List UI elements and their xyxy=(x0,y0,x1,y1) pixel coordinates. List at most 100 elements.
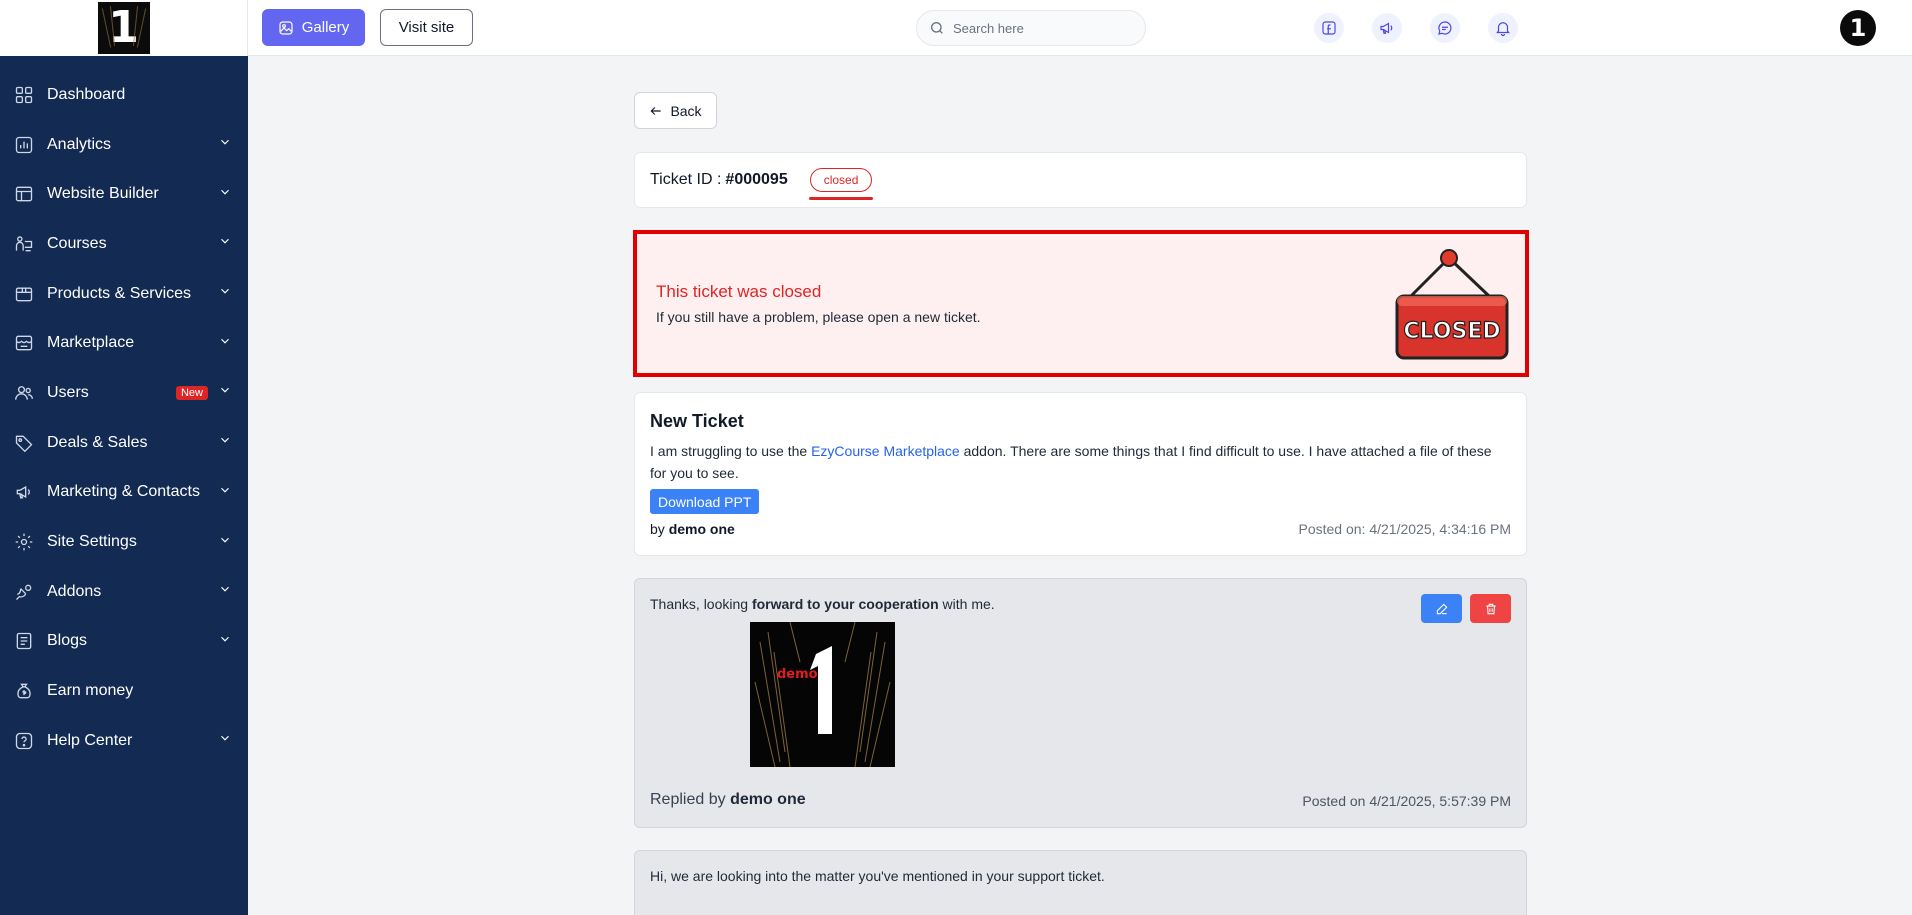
chevron-down-icon[interactable] xyxy=(218,533,232,552)
sidebar-item-deals-sales[interactable]: Deals & Sales xyxy=(0,418,248,468)
chevron-down-icon[interactable] xyxy=(218,383,232,402)
back-label: Back xyxy=(670,102,702,119)
status-badge: closed xyxy=(808,168,874,200)
marketplace-link[interactable]: EzyCourse Marketplace xyxy=(811,443,960,459)
new-ticket-author: by demo one xyxy=(650,521,735,537)
chevron-down-icon[interactable] xyxy=(218,135,232,154)
sidebar-item-label: Analytics xyxy=(47,135,112,153)
gear-icon xyxy=(14,532,34,552)
chat-icon[interactable] xyxy=(1430,13,1460,43)
new-badge: New xyxy=(175,385,208,400)
new-ticket-card: New Ticket I am struggling to use the Ez… xyxy=(634,392,1527,556)
logo[interactable]: 1 xyxy=(97,2,150,54)
chevron-down-icon[interactable] xyxy=(218,284,232,303)
sidebar-item-users[interactable]: Users New xyxy=(0,368,248,418)
sidebar-item-site-settings[interactable]: Site Settings xyxy=(0,517,248,567)
sidebar-item-addons[interactable]: Addons xyxy=(0,567,248,617)
website-builder-icon xyxy=(14,184,34,204)
reply-author: Replied by demo one xyxy=(650,791,806,809)
closed-alert: This ticket was closed If you still have… xyxy=(633,230,1529,377)
sidebar-item-website-builder[interactable]: Website Builder xyxy=(0,169,248,219)
sidebar-item-label: Site Settings xyxy=(47,533,137,551)
dashboard-icon xyxy=(14,85,34,105)
sidebar-item-label: Deals & Sales xyxy=(47,433,148,451)
ticket-id-value: #000095 xyxy=(725,171,788,188)
replied-by-prefix: Replied by xyxy=(650,791,726,808)
avatar[interactable]: 1 xyxy=(1840,10,1876,46)
ticket-header: Ticket ID : #000095 closed xyxy=(634,152,1527,208)
sidebar-item-label: Marketing & Contacts xyxy=(47,483,200,501)
closed-sign-text: CLOSED xyxy=(1403,319,1500,344)
reply-text-start: Thanks, looking xyxy=(650,596,752,612)
new-ticket-title: New Ticket xyxy=(650,411,744,431)
gallery-button[interactable]: Gallery xyxy=(262,9,365,46)
addons-icon xyxy=(14,582,34,602)
sidebar-item-marketplace[interactable]: Marketplace xyxy=(0,318,248,368)
sidebar-item-earn-money[interactable]: Earn money xyxy=(0,666,248,716)
megaphone-icon xyxy=(14,482,34,502)
sidebar-item-label: Courses xyxy=(47,234,107,252)
money-bag-icon xyxy=(14,681,34,701)
sidebar-item-label: Dashboard xyxy=(47,85,126,103)
arrow-left-icon xyxy=(650,106,662,115)
courses-icon xyxy=(14,234,34,254)
sidebar: 1 Dashboard Analytics Website Builder Cours… xyxy=(0,0,248,915)
by-prefix: by xyxy=(650,521,665,537)
reply-text: Thanks, looking forward to your cooperat… xyxy=(650,596,995,612)
reply-attachment-image[interactable]: demo xyxy=(750,622,895,767)
gallery-icon xyxy=(279,20,293,35)
sidebar-item-label: Website Builder xyxy=(47,185,159,203)
closed-alert-title: This ticket was closed xyxy=(656,282,822,301)
chevron-down-icon[interactable] xyxy=(218,334,232,353)
analytics-icon xyxy=(14,135,34,155)
download-ppt-button[interactable]: Download PPT xyxy=(650,489,760,514)
chevron-down-icon[interactable] xyxy=(218,433,232,452)
search-icon xyxy=(931,22,943,34)
new-ticket-body-start: I am struggling to use the xyxy=(650,443,812,459)
blogs-icon xyxy=(14,631,34,651)
sidebar-item-label: Addons xyxy=(47,582,102,600)
sidebar-item-help-center[interactable]: Help Center xyxy=(0,716,248,766)
sidebar-item-label: Marketplace xyxy=(47,334,135,352)
chevron-down-icon[interactable] xyxy=(218,234,232,253)
chevron-down-icon[interactable] xyxy=(218,483,232,502)
sidebar-item-label: Help Center xyxy=(47,731,133,749)
topbar: Gallery Visit site 1 xyxy=(248,0,1912,56)
reply-author-name: demo one xyxy=(730,791,806,808)
delete-reply-button[interactable] xyxy=(1470,594,1511,623)
new-ticket-body: I am struggling to use the EzyCourse Mar… xyxy=(650,440,1510,484)
search-box[interactable] xyxy=(916,10,1146,46)
sidebar-item-label: Blogs xyxy=(47,632,88,650)
sidebar-nav: Dashboard Analytics Website Builder Courses… xyxy=(0,56,248,766)
tag-icon xyxy=(14,433,34,453)
logo-area[interactable]: 1 xyxy=(0,0,248,56)
reply-text-bold: forward to your cooperation xyxy=(751,596,939,612)
users-icon xyxy=(14,383,34,403)
sidebar-item-blogs[interactable]: Blogs xyxy=(0,617,248,667)
sidebar-item-analytics[interactable]: Analytics xyxy=(0,120,248,170)
sidebar-item-marketing-contacts[interactable]: Marketing & Contacts xyxy=(0,468,248,518)
trash-icon xyxy=(1485,603,1496,614)
edit-reply-button[interactable] xyxy=(1421,594,1462,623)
new-ticket-posted: Posted on: 4/21/2025, 4:34:16 PM xyxy=(1298,521,1512,537)
attachment-caption: demo xyxy=(777,667,818,682)
bell-icon[interactable] xyxy=(1488,13,1518,43)
sidebar-item-dashboard[interactable]: Dashboard xyxy=(0,70,248,120)
sidebar-item-label: Products & Services xyxy=(47,284,192,302)
back-button[interactable]: Back xyxy=(634,92,717,129)
chevron-down-icon[interactable] xyxy=(218,582,232,601)
chevron-down-icon[interactable] xyxy=(218,731,232,750)
visit-site-button[interactable]: Visit site xyxy=(380,9,473,46)
reply-card: Hi, we are looking into the matter you'v… xyxy=(634,850,1527,915)
sidebar-item-label: Earn money xyxy=(47,682,134,700)
chevron-down-icon[interactable] xyxy=(218,185,232,204)
sidebar-item-products-services[interactable]: Products & Services xyxy=(0,269,248,319)
reply-posted: Posted on 4/21/2025, 5:57:39 PM xyxy=(1302,793,1511,809)
edit-icon xyxy=(1436,603,1447,614)
megaphone-icon[interactable] xyxy=(1372,13,1402,43)
reply-text: Hi, we are looking into the matter you'v… xyxy=(650,868,1105,884)
sidebar-item-courses[interactable]: Courses xyxy=(0,219,248,269)
search-input[interactable] xyxy=(953,20,1133,36)
facebook-icon[interactable] xyxy=(1314,13,1344,43)
chevron-down-icon[interactable] xyxy=(218,632,232,651)
